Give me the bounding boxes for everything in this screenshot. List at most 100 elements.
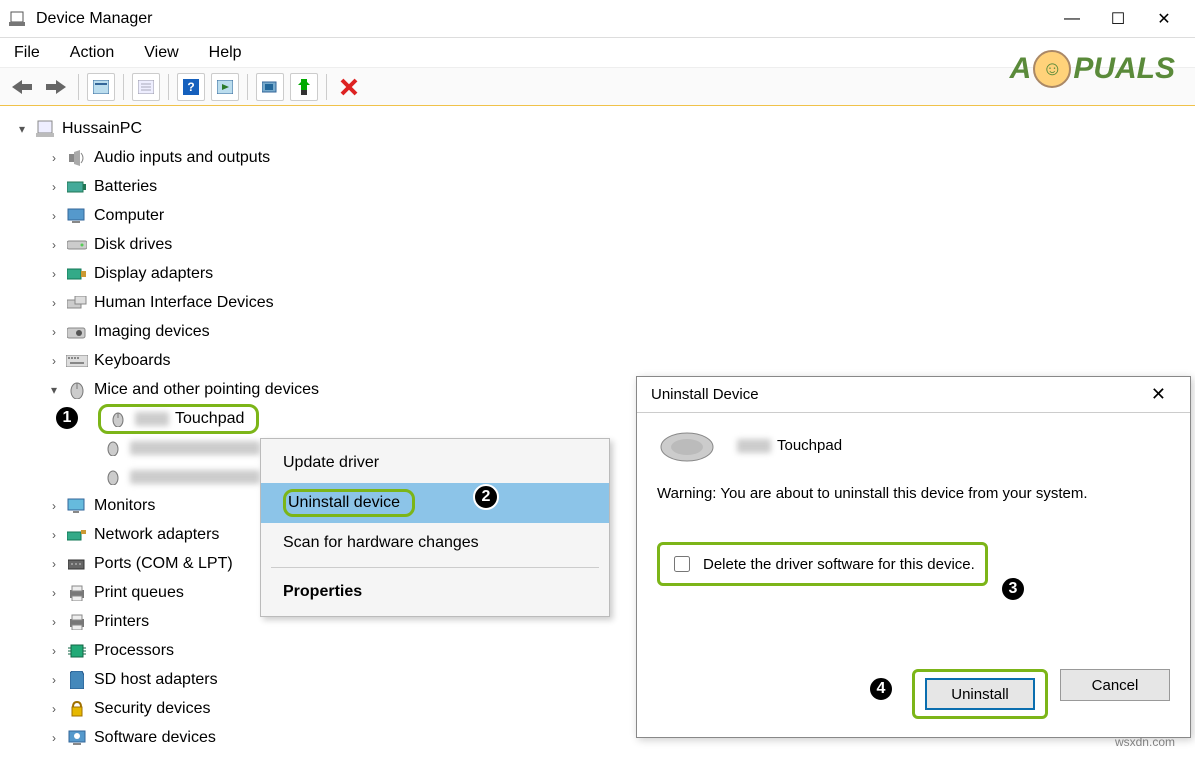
menu-item-label: Update driver — [283, 454, 379, 472]
tree-label-touchpad: Touchpad — [175, 410, 244, 428]
mouse-icon — [107, 409, 129, 429]
window-title: Device Manager — [36, 10, 1049, 28]
tree-node-audio[interactable]: › Audio inputs and outputs — [10, 143, 1185, 172]
software-icon — [66, 728, 88, 748]
menu-properties[interactable]: Properties — [261, 572, 609, 612]
annotation-badge-2: 2 — [473, 484, 499, 510]
delete-driver-checkbox-wrap[interactable]: Delete the driver software for this devi… — [657, 542, 988, 586]
menu-uninstall-device[interactable]: Uninstall device — [261, 483, 609, 523]
mouse-icon — [66, 380, 88, 400]
tree-node-computer[interactable]: ›Computer — [10, 201, 1185, 230]
caret-down-icon[interactable]: ▾ — [14, 122, 30, 136]
caret-down-icon[interactable]: ▾ — [46, 383, 62, 397]
tree-root-label: HussainPC — [62, 120, 142, 138]
port-icon — [66, 554, 88, 574]
menu-update-driver[interactable]: Update driver — [261, 443, 609, 483]
menu-item-label: Uninstall device — [288, 494, 400, 511]
menu-help[interactable]: Help — [205, 42, 246, 64]
tree-root[interactable]: ▾ HussainPC — [10, 114, 1185, 143]
speaker-icon — [66, 148, 88, 168]
computer-icon — [34, 119, 56, 139]
menu-file[interactable]: File — [10, 42, 44, 64]
hid-icon — [66, 293, 88, 313]
update-driver-button[interactable] — [256, 73, 284, 101]
app-icon — [8, 10, 26, 28]
mouse-icon — [657, 427, 717, 463]
disk-icon — [66, 235, 88, 255]
maximize-button[interactable]: ☐ — [1095, 3, 1141, 35]
monitor-icon — [66, 496, 88, 516]
printer-icon — [66, 583, 88, 603]
caret-right-icon[interactable]: › — [46, 644, 62, 658]
tree-node-hid[interactable]: › Human Interface Devices — [10, 288, 1185, 317]
help-button[interactable]: ? — [177, 73, 205, 101]
caret-right-icon[interactable]: › — [46, 267, 62, 281]
caret-right-icon[interactable]: › — [46, 673, 62, 687]
tree-node-display[interactable]: › Display adapters — [10, 259, 1185, 288]
menu-scan-hardware[interactable]: Scan for hardware changes — [261, 523, 609, 563]
display-adapter-icon — [66, 264, 88, 284]
caret-right-icon[interactable]: › — [46, 209, 62, 223]
cancel-button[interactable]: Cancel — [1060, 669, 1170, 701]
caret-right-icon[interactable]: › — [46, 296, 62, 310]
caret-right-icon[interactable]: › — [46, 586, 62, 600]
caret-right-icon[interactable]: › — [46, 180, 62, 194]
tree-label: Display adapters — [94, 265, 213, 283]
uninstall-dialog: Uninstall Device ✕ Touchpad Warning: You… — [636, 376, 1191, 738]
tree-label: Processors — [94, 642, 174, 660]
caret-right-icon[interactable]: › — [46, 325, 62, 339]
forward-button[interactable] — [42, 76, 70, 98]
delete-driver-checkbox[interactable] — [674, 556, 690, 572]
blurred-text — [737, 439, 771, 453]
menu-action[interactable]: Action — [66, 42, 118, 64]
tree-label: Imaging devices — [94, 323, 210, 341]
show-hidden-button[interactable] — [87, 73, 115, 101]
menu-view[interactable]: View — [140, 42, 182, 64]
caret-right-icon[interactable]: › — [46, 528, 62, 542]
blurred-text — [135, 412, 169, 426]
minimize-button[interactable]: — — [1049, 3, 1095, 35]
toolbar-separator — [168, 74, 169, 100]
tree-label: Software devices — [94, 729, 216, 747]
watermark: A ☺ PUALS — [1010, 50, 1175, 88]
watermark-text: A — [1010, 52, 1032, 86]
imaging-icon — [66, 322, 88, 342]
watermark-text: PUALS — [1073, 52, 1175, 86]
toolbar-separator — [247, 74, 248, 100]
caret-right-icon[interactable]: › — [46, 499, 62, 513]
tree-label: Human Interface Devices — [94, 294, 274, 312]
uninstall-device-button[interactable] — [335, 73, 363, 101]
back-button[interactable] — [8, 76, 36, 98]
security-icon — [66, 699, 88, 719]
caret-right-icon[interactable]: › — [46, 731, 62, 745]
uninstall-button[interactable]: Uninstall — [925, 678, 1035, 710]
dialog-title: Uninstall Device — [651, 386, 1141, 403]
tree-node-keyboards[interactable]: ›Keyboards — [10, 346, 1185, 375]
caret-right-icon[interactable]: › — [46, 354, 62, 368]
close-button[interactable]: ✕ — [1141, 3, 1187, 35]
tree-label: Security devices — [94, 700, 211, 718]
caret-right-icon[interactable]: › — [46, 238, 62, 252]
svg-text:?: ? — [187, 80, 194, 94]
tree-node-batteries[interactable]: › Batteries — [10, 172, 1185, 201]
window-titlebar: Device Manager — ☐ ✕ — [0, 0, 1195, 38]
caret-right-icon[interactable]: › — [46, 702, 62, 716]
toolbar-separator — [78, 74, 79, 100]
caret-right-icon[interactable]: › — [46, 557, 62, 571]
caret-right-icon[interactable]: › — [46, 615, 62, 629]
watermark-face-icon: ☺ — [1033, 50, 1071, 88]
add-legacy-button[interactable] — [290, 73, 318, 101]
caret-right-icon[interactable]: › — [46, 151, 62, 165]
tree-label: Print queues — [94, 584, 184, 602]
tree-node-disk[interactable]: ›Disk drives — [10, 230, 1185, 259]
annotation-badge-1: 1 — [54, 405, 80, 431]
tree-label: Audio inputs and outputs — [94, 149, 270, 167]
tree-label: Ports (COM & LPT) — [94, 555, 233, 573]
tree-label: Batteries — [94, 178, 157, 196]
dialog-titlebar: Uninstall Device ✕ — [637, 377, 1190, 413]
toolbar-separator — [326, 74, 327, 100]
properties-button[interactable] — [132, 73, 160, 101]
tree-node-imaging[interactable]: › Imaging devices — [10, 317, 1185, 346]
dialog-close-button[interactable]: ✕ — [1141, 380, 1176, 409]
scan-button[interactable] — [211, 73, 239, 101]
